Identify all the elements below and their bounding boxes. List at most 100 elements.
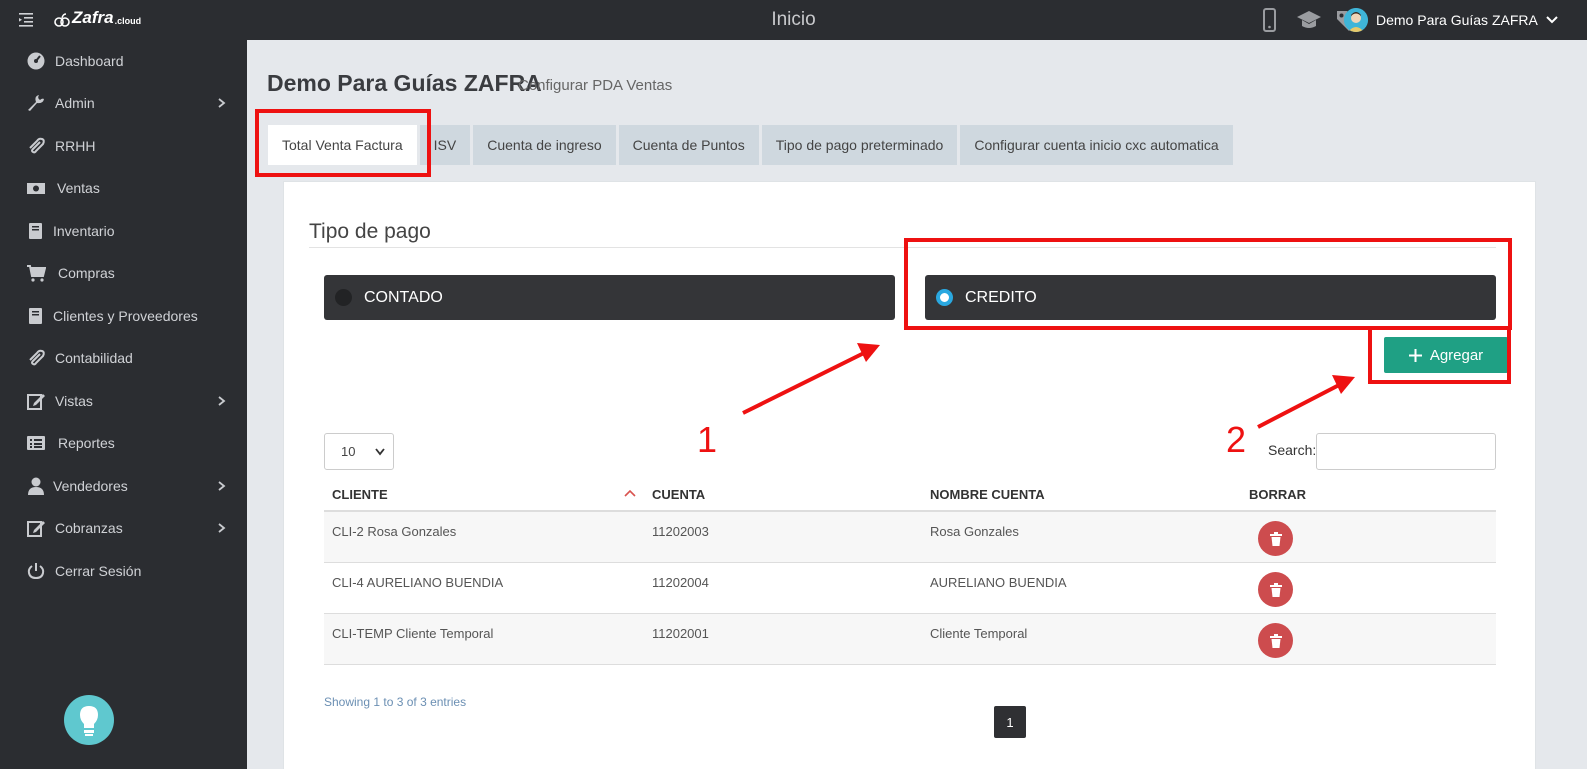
cell-cuenta: 11202001 [652,626,709,641]
sidebar-item-label: Vistas [55,393,93,409]
cell-cuenta: 11202004 [652,575,709,590]
paperclip-icon [29,137,45,154]
cell-cuenta: 11202003 [652,524,709,539]
sidebar-item-label: Reportes [58,435,115,451]
column-header-cliente[interactable]: CLIENTE [332,487,388,502]
chevron-down-icon [1546,16,1558,24]
power-icon [27,563,45,580]
sidebar-item-label: Vendedores [53,478,128,494]
sidebar-item-label: RRHH [55,138,96,154]
user-icon [28,477,44,495]
sidebar-item-clientes-proveedores[interactable]: Clientes y Proveedores [0,295,247,337]
top-bar: Zafra .cloud Inicio Demo Para Guías ZAFR… [0,0,1587,40]
list-icon [27,436,45,450]
page-length-value: 10 [341,444,356,459]
paperclip-icon [29,349,45,366]
delete-button[interactable] [1258,521,1293,556]
sidebar-item-reportes[interactable]: Reportes [0,422,247,464]
column-header-nombre-cuenta[interactable]: NOMBRE CUENTA [930,487,1045,502]
sort-asc-icon[interactable] [624,489,636,497]
radio-contado[interactable]: CONTADO [324,275,895,320]
sidebar: Dashboard Admin RRHH Ventas Inventario C… [0,40,247,769]
chevron-right-icon [218,98,226,108]
section-title: Tipo de pago [309,220,431,243]
annotation-box-tab [255,109,431,177]
page-subtitle: Configurar PDA Ventas [518,77,673,94]
tab-cuenta-ingreso[interactable]: Cuenta de ingreso [473,125,616,165]
chevron-right-icon [218,523,226,533]
page-title: Demo Para Guías ZAFRA [267,70,542,96]
sidebar-item-cobranzas[interactable]: Cobranzas [0,507,247,549]
sidebar-item-cerrar-sesion[interactable]: Cerrar Sesión [0,550,247,592]
main-content: Demo Para Guías ZAFRA Configurar PDA Ven… [247,40,1587,769]
money-icon [27,183,45,194]
column-header-borrar: BORRAR [1249,487,1307,502]
avatar [1344,8,1368,32]
mobile-icon[interactable] [1256,8,1282,32]
column-header-cuenta[interactable]: CUENTA [652,487,705,502]
sidebar-item-vistas[interactable]: Vistas [0,380,247,422]
dashboard-icon [27,52,45,70]
sidebar-item-label: Dashboard [55,53,124,69]
table-row: CLI-4 AURELIANO BUENDIA 11202004 AURELIA… [324,563,1496,614]
cell-nombre-cuenta: AURELIANO BUENDIA [930,575,1067,590]
sidebar-item-label: Inventario [53,223,115,239]
chevron-right-icon [218,396,226,406]
book-icon [29,223,42,239]
edit-icon [27,394,45,410]
user-menu[interactable]: Demo Para Guías ZAFRA [1344,8,1558,32]
tab-configurar-cuenta-cxc[interactable]: Configurar cuenta inicio cxc automatica [960,125,1233,165]
sidebar-item-compras[interactable]: Compras [0,252,247,294]
cell-nombre-cuenta: Rosa Gonzales [930,524,1019,539]
sidebar-item-label: Compras [58,265,115,281]
pagination-page-1[interactable]: 1 [994,706,1026,738]
sidebar-item-label: Ventas [57,180,100,196]
cell-cliente: CLI-2 Rosa Gonzales [332,524,457,539]
sidebar-item-label: Cerrar Sesión [55,563,142,579]
chevron-right-icon [218,481,226,491]
wrench-icon [28,95,44,111]
table-row: CLI-2 Rosa Gonzales 11202003 Rosa Gonzal… [324,512,1496,563]
search-input[interactable] [1316,433,1496,470]
cart-icon [27,265,46,282]
sidebar-item-rrhh[interactable]: RRHH [0,125,247,167]
table-header: CLIENTE CUENTA NOMBRE CUENTA BORRAR [324,478,1496,512]
annotation-box-credito [904,238,1512,330]
delete-button[interactable] [1258,623,1293,658]
table-info: Showing 1 to 3 of 3 entries [324,695,467,709]
page-length-select[interactable]: 10 [324,433,394,470]
annotation-box-agregar [1368,326,1511,384]
annotation-number-1: 1 [697,419,718,460]
book-icon [29,308,42,324]
sidebar-item-label: Clientes y Proveedores [53,308,198,324]
cell-cliente: CLI-4 AURELIANO BUENDIA [332,575,504,590]
trash-icon [1269,633,1282,648]
delete-button[interactable] [1258,572,1293,607]
radio-dot [335,289,352,306]
sidebar-item-ventas[interactable]: Ventas [0,167,247,209]
radio-label: CONTADO [364,288,443,306]
sidebar-item-label: Contabilidad [55,350,133,366]
tab-tipo-pago-preterminado[interactable]: Tipo de pago preterminado [761,125,958,165]
graduation-cap-icon[interactable] [1296,8,1322,32]
sidebar-item-label: Cobranzas [55,520,123,536]
user-name: Demo Para Guías ZAFRA [1376,12,1538,28]
trash-icon [1269,531,1282,546]
data-table: CLIENTE CUENTA NOMBRE CUENTA BORRAR CLI-… [324,478,1496,665]
tab-cuenta-puntos[interactable]: Cuenta de Puntos [618,125,759,165]
sidebar-item-dashboard[interactable]: Dashboard [0,40,247,82]
sidebar-item-inventario[interactable]: Inventario [0,210,247,252]
sidebar-item-contabilidad[interactable]: Contabilidad [0,337,247,379]
cell-cliente: CLI-TEMP Cliente Temporal [332,626,494,641]
help-bulb-button[interactable] [64,695,114,745]
edit-icon [27,521,45,537]
search-label: Search: [1268,442,1317,458]
sidebar-item-vendedores[interactable]: Vendedores [0,465,247,507]
annotation-number-2: 2 [1226,419,1247,460]
chevron-down-icon [375,448,385,456]
lightbulb-icon [80,706,98,736]
sidebar-item-label: Admin [55,95,95,111]
sidebar-item-admin[interactable]: Admin [0,82,247,124]
trash-icon [1269,582,1282,597]
cell-nombre-cuenta: Cliente Temporal [930,626,1028,641]
